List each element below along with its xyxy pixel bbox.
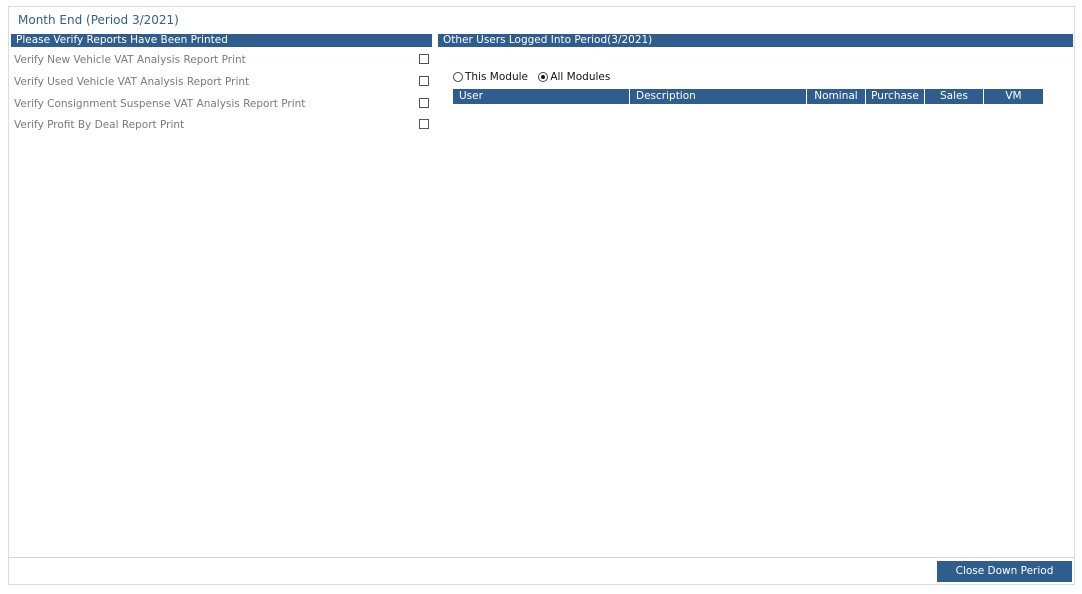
column-header-purchase[interactable]: Purchase — [866, 89, 925, 104]
verify-used-vehicle-vat-checkbox[interactable] — [419, 76, 429, 86]
other-users-header: Other Users Logged Into Period(3/2021) — [438, 34, 1073, 47]
verify-row-profit-by-deal: Verify Profit By Deal Report Print — [11, 117, 431, 133]
this-module-radio[interactable] — [453, 72, 463, 82]
verify-row-used-vehicle-vat: Verify Used Vehicle VAT Analysis Report … — [11, 74, 431, 90]
column-header-vm[interactable]: VM — [984, 89, 1043, 104]
verify-label: Verify Used Vehicle VAT Analysis Report … — [14, 76, 250, 88]
verify-label: Verify New Vehicle VAT Analysis Report P… — [14, 54, 246, 66]
window-title: Month End (Period 3/2021) — [18, 13, 179, 27]
verify-profit-by-deal-checkbox[interactable] — [419, 119, 429, 129]
verify-row-consignment-suspense-vat: Verify Consignment Suspense VAT Analysis… — [11, 96, 431, 112]
verify-label: Verify Profit By Deal Report Print — [14, 119, 185, 131]
all-modules-radio[interactable] — [538, 72, 549, 82]
radio-label: This Module — [465, 71, 528, 83]
users-grid-header: User Description Nominal Purchase Sales … — [453, 89, 1043, 104]
verify-reports-header: Please Verify Reports Have Been Printed — [11, 34, 432, 47]
verify-row-new-vehicle-vat: Verify New Vehicle VAT Analysis Report P… — [11, 52, 431, 68]
column-header-nominal[interactable]: Nominal — [807, 89, 866, 104]
column-header-description[interactable]: Description — [630, 89, 807, 104]
close-down-period-button[interactable]: Close Down Period — [937, 561, 1072, 582]
column-header-user[interactable]: User — [453, 89, 630, 104]
all-modules-radio-option[interactable]: All Modules — [538, 71, 610, 83]
verify-label: Verify Consignment Suspense VAT Analysis… — [14, 98, 306, 110]
radio-label: All Modules — [550, 71, 611, 83]
module-filter-radio-group: This Module All Modules — [453, 71, 617, 85]
verify-new-vehicle-vat-checkbox[interactable] — [419, 54, 429, 64]
footer-divider — [9, 557, 1074, 558]
month-end-window: Month End (Period 3/2021) Please Verify … — [8, 6, 1075, 585]
verify-consignment-suspense-vat-checkbox[interactable] — [419, 98, 429, 108]
column-header-sales[interactable]: Sales — [925, 89, 984, 104]
this-module-radio-option[interactable]: This Module — [453, 71, 528, 83]
